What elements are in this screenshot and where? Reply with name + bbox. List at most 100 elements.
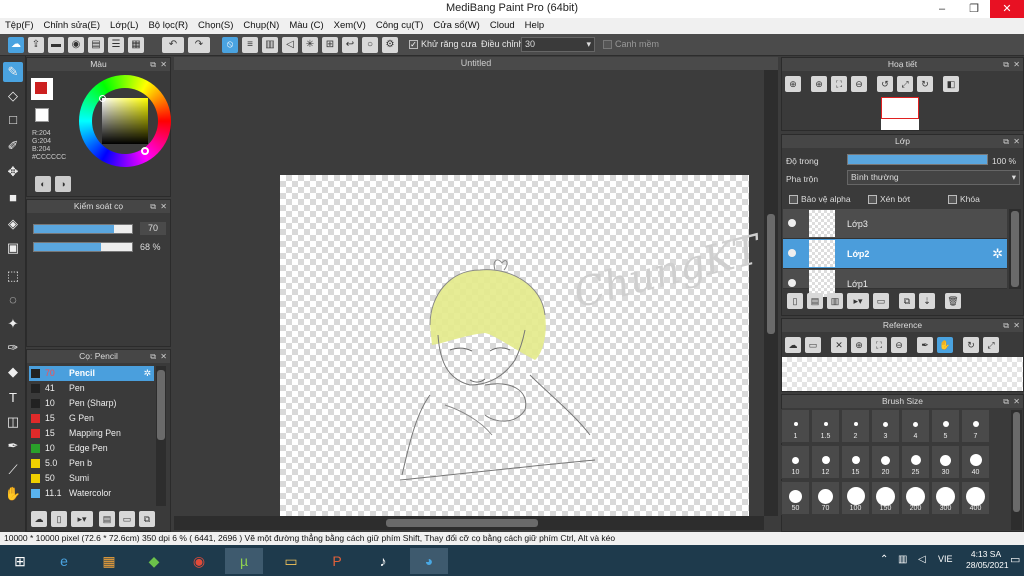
brush-size-cell[interactable]: 10 [781,445,810,479]
gear-icon[interactable]: ✲ [992,246,1003,262]
brush-size-cell[interactable]: 40 [961,445,990,479]
popout-icon[interactable]: ⧉ [150,58,156,71]
page-list-icon[interactable]: ☰ [108,37,124,53]
snap-off-icon[interactable]: ⦸ [222,37,238,53]
menu-select[interactable]: Chọn(S) [193,18,238,31]
delete-layer-icon[interactable]: 🗑 [945,293,961,309]
popout-icon[interactable]: ⧉ [1003,135,1009,148]
flip-icon[interactable]: ◧ [943,76,959,92]
rotate-right-icon[interactable]: ↻ [917,76,933,92]
brush-item[interactable]: 50 Sumi [29,471,154,486]
canvas-vertical-scrollbar[interactable] [764,70,778,516]
brush-size-value[interactable]: 70 [140,222,166,235]
palette-icon[interactable]: ◐ [35,176,51,192]
grid-snap-icon[interactable]: ▥ [262,37,278,53]
perspective-snap-icon[interactable]: ◁ [282,37,298,53]
page-icon[interactable]: ▤ [88,37,104,53]
zoom-in-alt-icon[interactable]: ⊕ [811,76,827,92]
bluestacks-icon[interactable]: ◆ [135,548,173,574]
folder-icon[interactable]: ▭ [873,293,889,309]
layer-row[interactable]: Lớp1 [783,269,1007,297]
brush-size-cell[interactable]: 400 [961,481,990,515]
pen-tool-icon[interactable]: ✐ [3,136,23,156]
hue-wheel[interactable] [79,75,171,167]
fit-icon[interactable]: ⛶ [871,337,887,353]
app-grid-icon[interactable]: ▦ [90,548,128,574]
brush-size-scrollbar[interactable] [1011,410,1022,530]
add-brush-icon[interactable]: ▸▾ [71,511,93,527]
zoom-in-icon[interactable]: ⊕ [785,76,801,92]
hand-icon[interactable]: ✋ [937,337,953,353]
fit-screen-icon[interactable]: ⤢ [897,76,913,92]
smooth-checkbox[interactable] [603,40,612,49]
popout-icon[interactable]: ⧉ [1003,58,1009,71]
brush-size-cell[interactable]: 2 [841,409,870,443]
popout-icon[interactable]: ⧉ [150,350,156,363]
reference-view[interactable] [782,357,1023,391]
gradient-tool-icon[interactable]: ▣ [3,238,23,258]
popout-icon[interactable]: ⧉ [1003,319,1009,332]
primary-color-swatch[interactable] [33,80,49,96]
select-rect-icon[interactable]: ⬚ [3,266,23,286]
brush-item[interactable]: 11.1 Watercolor [29,486,154,501]
dropper-icon[interactable]: ⟋ [3,460,23,480]
open-folder-icon[interactable]: ▭ [805,337,821,353]
brush-size-cell[interactable]: 4 [901,409,930,443]
volume-icon[interactable]: ◁ [918,554,926,565]
brush-item[interactable]: 10 Pen (Sharp) [29,396,154,411]
folder-icon[interactable]: ▭ [119,511,135,527]
brush-opacity-slider[interactable] [33,242,133,252]
curve-snap-icon[interactable]: ↩ [342,37,358,53]
minimize-button[interactable]: – [928,0,956,18]
bucket-tool-icon[interactable]: ◈ [3,214,23,234]
add-layer-menu-icon[interactable]: ▸▾ [847,293,869,309]
brush-size-cell[interactable]: 5 [931,409,960,443]
brush-item[interactable]: 10 Edge Pen [29,441,154,456]
windows-start-icon[interactable]: ⊞ [2,548,38,574]
brush-settings-icon[interactable]: ▤ [99,511,115,527]
brush-item[interactable]: 15 Mapping Pen [29,426,154,441]
layer-opacity-slider[interactable] [847,154,988,165]
notification-icon[interactable]: ▭ [1010,553,1020,566]
brush-size-cell[interactable]: 12 [811,445,840,479]
brush-list-scrollbar[interactable] [156,366,166,506]
lasso-tool-icon[interactable]: ◌ [3,290,23,310]
brush-size-cell[interactable]: 1 [781,409,810,443]
rotate-icon[interactable]: ↻ [963,337,979,353]
brush-item[interactable]: 70 Pencil ✲ [29,366,154,381]
popout-icon[interactable]: ⧉ [1003,395,1009,408]
brush-item[interactable]: 41 Pen [29,381,154,396]
zoom-out-icon[interactable]: ⊖ [851,76,867,92]
duplicate-layer-icon[interactable]: ⧉ [899,293,915,309]
document-icon[interactable]: ▦ [128,37,144,53]
close-button[interactable]: ✕ [990,0,1024,18]
brush-size-cell[interactable]: 300 [931,481,960,515]
brush-size-cell[interactable]: 1.5 [811,409,840,443]
hand-tool-icon[interactable]: ✋ [3,484,23,504]
rotate-left-icon[interactable]: ↺ [877,76,893,92]
merge-layer-icon[interactable]: ⇣ [919,293,935,309]
internet-explorer-icon[interactable]: e [45,548,83,574]
new-brush-icon[interactable]: ▯ [51,511,67,527]
vanish-snap-icon[interactable]: ⊞ [322,37,338,53]
layer-list-scrollbar[interactable] [1009,209,1021,289]
circle-snap-icon[interactable]: ○ [362,37,378,53]
brush-size-cell[interactable]: 50 [781,481,810,515]
protect-alpha-checkbox[interactable] [789,195,798,204]
brush-size-cell[interactable]: 150 [871,481,900,515]
zoom-out-icon[interactable]: ⊖ [891,337,907,353]
brush-size-slider[interactable] [33,224,133,234]
layer-row[interactable]: Lớp3 [783,209,1007,239]
radial-snap-icon[interactable]: ✳ [302,37,318,53]
text-tool-icon[interactable]: T [3,388,23,408]
brush-size-cell[interactable]: 100 [841,481,870,515]
menu-view[interactable]: Xem(V) [329,18,371,31]
brush-size-cell[interactable]: 25 [901,445,930,479]
popout-icon[interactable]: ⧉ [150,200,156,213]
close-icon[interactable]: ✕ [160,58,167,71]
hue-marker[interactable] [141,147,149,155]
fill-shape-icon[interactable]: ■ [3,188,23,208]
menu-file[interactable]: Tệp(F) [0,18,39,31]
menu-layer[interactable]: Lớp(L) [105,18,143,31]
medibang-icon[interactable]: ◕ [410,548,448,574]
